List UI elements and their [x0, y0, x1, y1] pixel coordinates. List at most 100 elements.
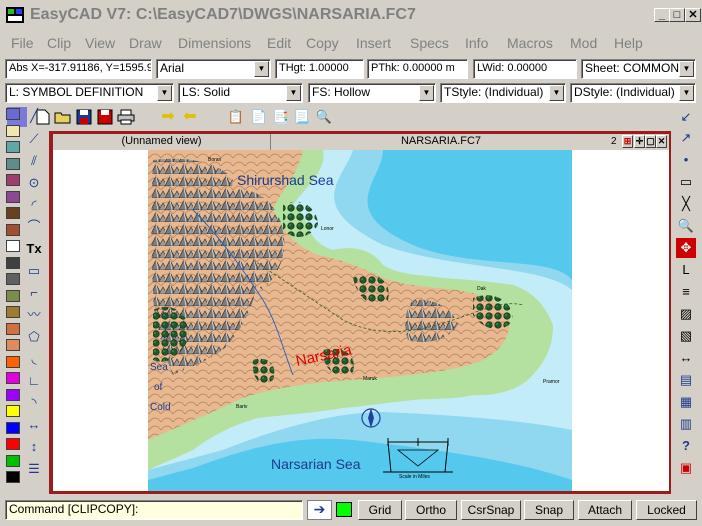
cross-icon[interactable]: ╳ — [676, 194, 696, 214]
layer-select[interactable]: L: SYMBOL DEFINITION ▼ — [5, 83, 174, 103]
open-folder-icon[interactable] — [53, 107, 73, 127]
color-swatch[interactable] — [6, 124, 20, 137]
font-select[interactable]: Arial ▼ — [156, 59, 271, 79]
grid-toggle[interactable]: Grid — [358, 500, 402, 520]
chevron-down-icon[interactable]: ▼ — [679, 61, 694, 77]
freehand-icon[interactable]: 〰 — [24, 306, 44, 324]
grid-icon[interactable]: ▦ — [676, 392, 696, 412]
circle-icon[interactable]: ⊙ — [24, 174, 44, 192]
color-swatch[interactable] — [6, 388, 20, 401]
hatch-icon[interactable]: ▨ — [676, 304, 696, 324]
color-swatch[interactable] — [6, 421, 20, 434]
text-height-field[interactable]: THgt: 1.00000 — [275, 59, 364, 79]
menu-dimensions[interactable]: Dimensions — [178, 35, 251, 51]
lines-icon[interactable]: ≡ — [676, 282, 696, 302]
color-swatch[interactable] — [6, 240, 20, 252]
csrsnap-toggle[interactable]: CsrSnap — [461, 500, 521, 520]
menu-macros[interactable]: Macros — [507, 35, 553, 51]
table-icon[interactable]: ▤ — [676, 370, 696, 390]
help-icon[interactable]: ? — [676, 436, 696, 456]
line-style-select[interactable]: LS: Solid ▼ — [178, 83, 303, 103]
dim-arrows-icon[interactable]: ↔ — [676, 348, 696, 368]
ortho-toggle[interactable]: Ortho — [405, 500, 457, 520]
line-width-field[interactable]: LWid: 0.00000 — [473, 59, 577, 79]
color-swatch[interactable] — [6, 256, 20, 269]
split-view-icon[interactable]: ⊞ — [622, 135, 633, 148]
text-style-select[interactable]: TStyle: (Individual) ▼ — [440, 83, 566, 103]
chevron-down-icon[interactable]: ▼ — [254, 61, 269, 77]
polyline-icon[interactable]: ⟋ — [24, 130, 44, 148]
rectangle-icon[interactable]: ▭ — [24, 262, 44, 280]
fill-style-select[interactable]: FS: Hollow ▼ — [308, 83, 436, 103]
arrow-right-icon[interactable]: ➡ — [158, 107, 178, 127]
color-swatch[interactable] — [6, 108, 20, 120]
redraw-icon[interactable]: ▣ — [676, 458, 696, 478]
fillet-icon[interactable]: ◟ — [24, 350, 44, 368]
color-swatch[interactable] — [6, 223, 20, 236]
color-swatch[interactable] — [6, 306, 20, 318]
list-icon[interactable]: ☰ — [24, 460, 44, 478]
color-swatch[interactable] — [6, 438, 20, 450]
color-swatch[interactable] — [6, 141, 20, 153]
zoom-icon[interactable]: 🔍 — [676, 216, 696, 236]
menu-insert[interactable]: Insert — [356, 35, 391, 51]
locked-toggle[interactable]: Locked — [636, 500, 697, 520]
command-line[interactable]: Command [CLIPCOPY]: — [5, 500, 303, 520]
rect-outline-icon[interactable]: ▭ — [676, 172, 696, 192]
arrow-up-right-icon[interactable]: ↗ — [676, 128, 696, 148]
text-icon[interactable]: Tx — [24, 240, 44, 258]
menu-file[interactable]: File — [11, 35, 34, 51]
target-icon[interactable]: ✥ — [676, 238, 696, 258]
map-drawing[interactable]: Shirurshad Sea Narsarian Sea Sea of Cold… — [53, 150, 669, 491]
chamfer-icon[interactable]: ∟ — [24, 372, 44, 390]
arrow-left-icon[interactable]: ⬅ — [180, 107, 200, 127]
curve-icon[interactable]: ⌒ — [24, 218, 44, 236]
chevron-down-icon[interactable]: ▼ — [157, 85, 172, 101]
color-swatch[interactable] — [6, 273, 20, 285]
move-icon[interactable]: ✛ — [634, 135, 645, 148]
drawing-canvas[interactable]: Shirurshad Sea Narsarian Sea Sea of Cold… — [53, 150, 669, 491]
angled-arc-icon[interactable]: ⌐ — [24, 284, 44, 302]
arrow-down-left-icon[interactable]: ↙ — [676, 107, 696, 127]
minimize-button[interactable]: _ — [654, 8, 670, 22]
color-swatch[interactable] — [6, 157, 20, 170]
line-icon[interactable]: ╱ — [24, 107, 44, 125]
layers-icon[interactable]: ▥ — [676, 414, 696, 434]
dot-icon[interactable]: • — [676, 150, 696, 170]
color-swatch[interactable] — [6, 289, 20, 302]
color-swatch[interactable] — [6, 174, 20, 186]
pen-thickness-field[interactable]: PThk: 0.00000 m — [367, 59, 468, 79]
menu-mod[interactable]: Mod — [570, 35, 597, 51]
chevron-down-icon[interactable]: ▼ — [549, 85, 564, 101]
color-swatch[interactable] — [6, 372, 20, 384]
menu-clip[interactable]: Clip — [47, 35, 71, 51]
chevron-down-icon[interactable]: ▼ — [419, 85, 434, 101]
menu-info[interactable]: Info — [465, 35, 488, 51]
close-button[interactable]: ✕ — [685, 8, 701, 22]
active-color-swatch[interactable] — [336, 502, 352, 517]
maximize-button[interactable]: □ — [669, 8, 685, 22]
save-red-icon[interactable] — [95, 107, 115, 127]
menu-draw[interactable]: Draw — [129, 35, 162, 51]
attach-toggle[interactable]: Attach — [578, 500, 632, 520]
view-tab[interactable]: (Unnamed view) — [53, 134, 271, 150]
close-drawing-icon[interactable]: ✕ — [656, 135, 667, 148]
arc-icon[interactable]: ◜ — [24, 196, 44, 214]
restore-icon[interactable]: ▢ — [645, 135, 656, 148]
file-tab[interactable]: NARSARIA.FC7 — [271, 134, 611, 150]
clip-move-icon[interactable]: 📃 — [292, 107, 312, 127]
menu-help[interactable]: Help — [614, 35, 643, 51]
polygon-icon[interactable]: ⬠ — [24, 328, 44, 346]
menu-copy[interactable]: Copy — [306, 35, 339, 51]
ellipse-arc-icon[interactable]: ◝ — [24, 394, 44, 412]
color-swatch[interactable] — [6, 471, 20, 483]
color-swatch[interactable] — [6, 405, 20, 417]
snap-toggle[interactable]: Snap — [524, 500, 574, 520]
clip-copy-icon[interactable]: 📄 — [249, 107, 269, 127]
color-swatch[interactable] — [6, 190, 20, 203]
hatch2-icon[interactable]: ▧ — [676, 326, 696, 346]
enter-arrow-icon[interactable]: ➔ — [307, 500, 332, 520]
chevron-down-icon[interactable]: ▼ — [286, 85, 301, 101]
parallel-lines-icon[interactable]: ⫽ — [24, 152, 44, 170]
chevron-down-icon[interactable]: ▼ — [679, 85, 694, 101]
